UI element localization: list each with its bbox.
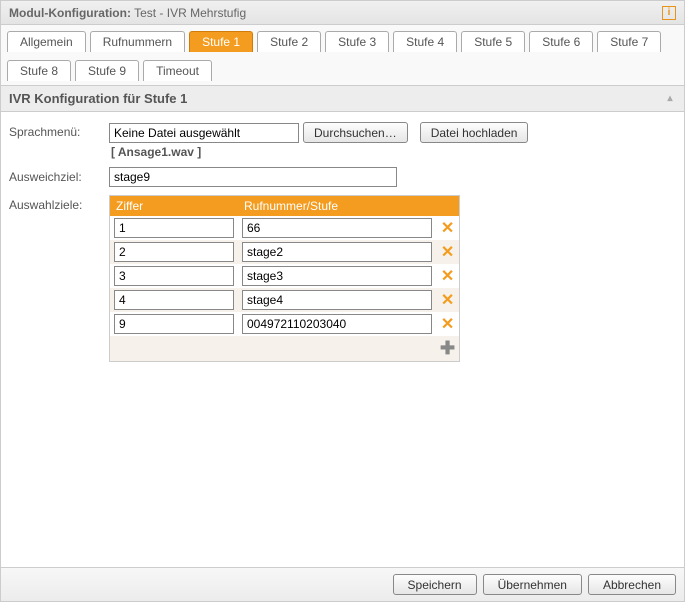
form-content: Sprachmenü: Durchsuchen… Datei hochladen…: [1, 112, 684, 380]
browse-button[interactable]: Durchsuchen…: [303, 122, 408, 143]
save-button[interactable]: Speichern: [393, 574, 477, 595]
delete-row-icon[interactable]: ✕: [436, 240, 460, 264]
rufnummer-input[interactable]: [242, 290, 432, 310]
auswahlziele-label: Auswahlziele:: [9, 195, 109, 212]
ausweichziel-row: Ausweichziel:: [9, 167, 676, 187]
targets-table: Ziffer Rufnummer/Stufe ✕✕✕✕✕ ✚: [109, 195, 460, 362]
table-row: ✕: [110, 240, 460, 264]
col-actions: [436, 196, 460, 217]
ziffer-input[interactable]: [114, 290, 234, 310]
window-header: Modul-Konfiguration: Test - IVR Mehrstuf…: [1, 1, 684, 25]
table-row: ✕: [110, 312, 460, 336]
table-row: ✕: [110, 264, 460, 288]
tab-stufe-5[interactable]: Stufe 5: [461, 31, 525, 52]
tab-rufnummern[interactable]: Rufnummern: [90, 31, 185, 52]
delete-row-icon[interactable]: ✕: [436, 288, 460, 312]
footer-bar: Speichern Übernehmen Abbrechen: [1, 567, 684, 601]
ziffer-input[interactable]: [114, 218, 234, 238]
tab-stufe-8[interactable]: Stufe 8: [7, 60, 71, 81]
rufnummer-input[interactable]: [242, 242, 432, 262]
tab-stufe-7[interactable]: Stufe 7: [597, 31, 661, 52]
cancel-button[interactable]: Abbrechen: [588, 574, 676, 595]
col-rufnummer: Rufnummer/Stufe: [238, 196, 436, 217]
delete-row-icon[interactable]: ✕: [436, 312, 460, 336]
tab-bar: AllgemeinRufnummernStufe 1Stufe 2Stufe 3…: [1, 25, 684, 86]
col-ziffer: Ziffer: [110, 196, 239, 217]
tab-allgemein[interactable]: Allgemein: [7, 31, 86, 52]
file-hint: [ Ansage1.wav ]: [111, 145, 528, 159]
auswahlziele-row: Auswahlziele: Ziffer Rufnummer/Stufe ✕✕✕…: [9, 195, 676, 362]
window-title: Modul-Konfiguration: Test - IVR Mehrstuf…: [9, 6, 246, 20]
tab-stufe-2[interactable]: Stufe 2: [257, 31, 321, 52]
ziffer-input[interactable]: [114, 266, 234, 286]
title-value: Test - IVR Mehrstufig: [134, 6, 246, 20]
tab-stufe-6[interactable]: Stufe 6: [529, 31, 593, 52]
tab-stufe-1[interactable]: Stufe 1: [189, 31, 253, 52]
info-icon[interactable]: i: [662, 6, 676, 20]
ziffer-input[interactable]: [114, 242, 234, 262]
tab-timeout[interactable]: Timeout: [143, 60, 212, 81]
ziffer-input[interactable]: [114, 314, 234, 334]
rufnummer-input[interactable]: [242, 266, 432, 286]
rufnummer-input[interactable]: [242, 218, 432, 238]
delete-row-icon[interactable]: ✕: [436, 264, 460, 288]
sprachmenu-controls: Durchsuchen… Datei hochladen [ Ansage1.w…: [109, 122, 528, 159]
upload-button[interactable]: Datei hochladen: [420, 122, 529, 143]
title-prefix: Modul-Konfiguration:: [9, 6, 131, 20]
add-row-icon[interactable]: ✚: [436, 336, 460, 362]
section-header: IVR Konfiguration für Stufe 1 ▴: [1, 86, 684, 112]
ausweichziel-label: Ausweichziel:: [9, 167, 109, 184]
tab-stufe-4[interactable]: Stufe 4: [393, 31, 457, 52]
section-title: IVR Konfiguration für Stufe 1: [9, 91, 187, 106]
file-display-input[interactable]: [109, 123, 299, 143]
table-row: ✕: [110, 216, 460, 240]
sprachmenu-label: Sprachmenü:: [9, 122, 109, 139]
apply-button[interactable]: Übernehmen: [483, 574, 582, 595]
scroll-up-icon[interactable]: ▴: [664, 93, 676, 104]
tab-stufe-3[interactable]: Stufe 3: [325, 31, 389, 52]
ausweichziel-input[interactable]: [109, 167, 397, 187]
table-row: ✕: [110, 288, 460, 312]
tab-stufe-9[interactable]: Stufe 9: [75, 60, 139, 81]
rufnummer-input[interactable]: [242, 314, 432, 334]
sprachmenu-row: Sprachmenü: Durchsuchen… Datei hochladen…: [9, 122, 676, 159]
delete-row-icon[interactable]: ✕: [436, 216, 460, 240]
